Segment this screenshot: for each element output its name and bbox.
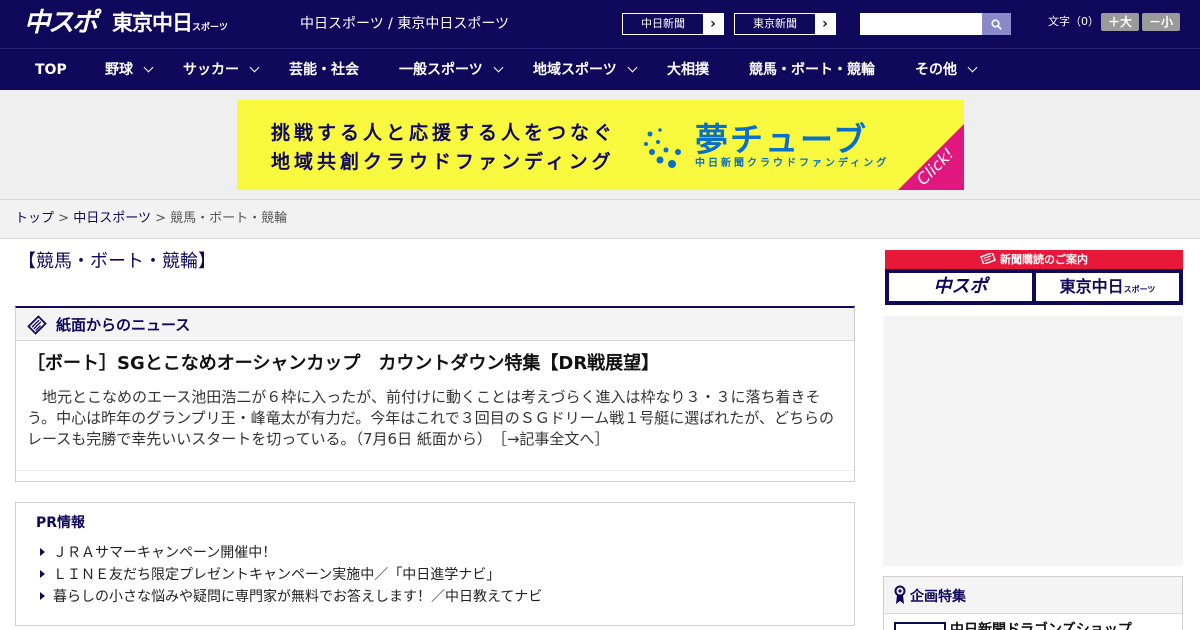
sidebar-ad-slot[interactable]	[883, 316, 1183, 566]
kikaku-header: 企画特集	[884, 577, 1182, 614]
chevron-down-icon	[967, 62, 978, 73]
chevron-down-icon	[627, 62, 638, 73]
nav-item-general-sports[interactable]: 一般スポーツ	[399, 49, 504, 91]
crowdfunding-ad-banner[interactable]: 挑戦する人と応援する人をつなぐ 地域共創クラウドファンディング 夢チューブ 中日…	[237, 100, 964, 190]
pr-section: PR情報 ＪＲＡサマーキャンペーン開催中！ ＬＩＮＥ友だち限定プレゼントキャンペ…	[15, 502, 855, 626]
breadcrumb-separator: >	[155, 211, 166, 226]
news-section: 紙面からのニュース ［ボート］SGとこなめオーシャンカップ カウントダウン特集【…	[15, 306, 855, 482]
news-section-header: 紙面からのニュース	[16, 308, 854, 341]
nav-item-racing[interactable]: 競馬・ボート・競輪	[749, 49, 875, 91]
top-header-bar: 中スポ 東京中日スポーツ 中日スポーツ / 東京中日スポーツ 中日新聞 › 東京…	[0, 0, 1200, 48]
chevron-right-icon: ›	[710, 16, 716, 32]
breadcrumb-chuspo-link[interactable]: 中日スポーツ	[73, 211, 151, 226]
search-button[interactable]	[982, 13, 1011, 35]
read-full-article-link[interactable]: ［→記事全文へ］	[499, 430, 609, 448]
pr-list-item[interactable]: 暮らしの小さな悩みや疑問に専門家が無料でお答えします！／中日教えてナビ	[40, 588, 542, 606]
nav-item-soccer[interactable]: サッカー	[183, 49, 260, 91]
nav-item-label: 競馬・ボート・競輪	[749, 62, 875, 78]
nav-item-label: TOP	[35, 62, 67, 78]
breadcrumb-top-link[interactable]: トップ	[15, 211, 54, 226]
ribbon-icon	[894, 585, 906, 604]
tokyo-shimbun-link[interactable]: 東京新聞 ›	[734, 13, 836, 35]
article-title[interactable]: ［ボート］SGとこなめオーシャンカップ カウントダウン特集【DR戦展望】	[27, 352, 659, 376]
nav-item-label: 一般スポーツ	[399, 62, 483, 78]
news-divider	[16, 470, 854, 471]
nav-item-entertainment[interactable]: 芸能・社会	[289, 49, 359, 91]
font-size-label: 文字（0）	[1048, 15, 1099, 28]
kikaku-section: 企画特集 中日新聞ドラゴンズショップ	[883, 576, 1183, 630]
nav-item-baseball[interactable]: 野球	[105, 49, 154, 91]
banner-brand-sub: 中日新聞クラウドファンディング	[695, 158, 890, 169]
subscription-box: 新聞購読のご案内 中スポ 東京中日スポーツ	[885, 250, 1183, 305]
chunichi-shimbun-link[interactable]: 中日新聞 ›	[622, 13, 724, 35]
search-input[interactable]	[860, 13, 982, 35]
subscribe-tokyo-small: スポーツ	[1123, 285, 1156, 294]
nav-item-sumo[interactable]: 大相撲	[667, 49, 709, 91]
pr-item-label: ＪＲＡサマーキャンペーン開催中！	[53, 545, 277, 561]
tokyo-shimbun-label: 東京新聞	[735, 14, 815, 34]
page-title: 【競馬・ボート・競輪】	[18, 251, 216, 272]
chevron-down-icon	[143, 62, 154, 73]
breadcrumb-separator: >	[58, 211, 70, 226]
font-size-smaller-button[interactable]: －小	[1142, 13, 1180, 31]
subscribe-tokyo-chunichi-button[interactable]: 東京中日スポーツ	[1036, 273, 1179, 301]
kikaku-title: 企画特集	[910, 589, 966, 605]
news-section-title: 紙面からのニュース	[56, 316, 191, 334]
nav-item-label: その他	[915, 62, 957, 78]
subscribe-tokyo-main: 東京中日	[1059, 277, 1124, 296]
breadcrumb-bar: トップ > 中日スポーツ > 競馬・ボート・競輪	[0, 200, 1200, 239]
newspaper-icon	[980, 251, 996, 266]
banner-line1: 挑戦する人と応援する人をつなぐ	[271, 122, 617, 144]
tokyo-chunichi-logo-small: スポーツ	[192, 23, 228, 33]
main-nav: TOP 野球 サッカー 芸能・社会 一般スポーツ 地域スポーツ 大相撲 競馬・ボ…	[0, 48, 1200, 90]
pr-list-item[interactable]: ＬＩＮＥ友だち限定プレゼントキャンペーン実施中／「中日進学ナビ」	[40, 566, 500, 584]
ad-band: 挑戦する人と応援する人をつなぐ 地域共創クラウドファンディング 夢チューブ 中日…	[0, 90, 1200, 200]
nav-item-local-sports[interactable]: 地域スポーツ	[533, 49, 638, 91]
banner-line2: 地域共創クラウドファンディング	[271, 151, 615, 173]
subscribe-chuspo-button[interactable]: 中スポ	[889, 273, 1032, 301]
pr-section-title: PR情報	[36, 515, 86, 531]
tokyo-chunichi-logo[interactable]: 東京中日スポーツ	[112, 9, 228, 42]
triangle-bullet-icon	[40, 592, 45, 600]
nav-item-top[interactable]: TOP	[35, 49, 67, 91]
tokyo-chunichi-logo-main: 東京中日	[112, 11, 193, 35]
dragons-shop-thumbnail[interactable]	[894, 622, 946, 630]
triangle-bullet-icon	[40, 570, 45, 578]
nav-item-label: 地域スポーツ	[533, 62, 617, 78]
nav-item-label: サッカー	[183, 62, 239, 78]
nav-item-label: 野球	[105, 62, 133, 78]
breadcrumb: トップ > 中日スポーツ > 競馬・ボート・競輪	[15, 211, 287, 227]
triangle-bullet-icon	[40, 548, 45, 556]
subscription-heading: 新聞購読のご案内	[1000, 253, 1088, 266]
chevron-down-icon	[249, 62, 260, 73]
article-body-text: 地元とこなめのエース池田浩二が６枠に入ったが、前付けに動くことは考えづらく進入は…	[27, 388, 835, 448]
pr-list-item[interactable]: ＪＲＡサマーキャンペーン開催中！	[40, 544, 276, 562]
chuspo-logo[interactable]: 中スポ	[24, 7, 98, 39]
nav-item-label: 芸能・社会	[289, 62, 359, 78]
banner-brand: 夢チューブ	[695, 120, 869, 159]
nav-item-label: 大相撲	[667, 62, 709, 78]
site-title: 中日スポーツ / 東京中日スポーツ	[300, 16, 510, 32]
kikaku-item-dragons-shop[interactable]: 中日新聞ドラゴンズショップ	[950, 621, 1132, 630]
subscription-header: 新聞購読のご案内	[885, 250, 1183, 269]
chevron-right-icon: ›	[822, 16, 828, 32]
pr-item-label: ＬＩＮＥ友だち限定プレゼントキャンペーン実施中／「中日進学ナビ」	[53, 567, 501, 583]
newspaper-icon	[27, 315, 47, 335]
article-summary: 地元とこなめのエース池田浩二が６枠に入ったが、前付けに動くことは考えづらく進入は…	[27, 387, 845, 450]
font-size-bigger-button[interactable]: ＋大	[1101, 13, 1139, 31]
yume-tube-dots-icon	[644, 128, 681, 168]
search-icon	[991, 18, 1002, 30]
pr-item-label: 暮らしの小さな悩みや疑問に専門家が無料でお答えします！／中日教えてナビ	[53, 589, 543, 605]
chevron-down-icon	[493, 62, 504, 73]
breadcrumb-current: 競馬・ボート・競輪	[170, 211, 288, 226]
chunichi-shimbun-label: 中日新聞	[623, 14, 703, 34]
nav-item-other[interactable]: その他	[915, 49, 978, 91]
